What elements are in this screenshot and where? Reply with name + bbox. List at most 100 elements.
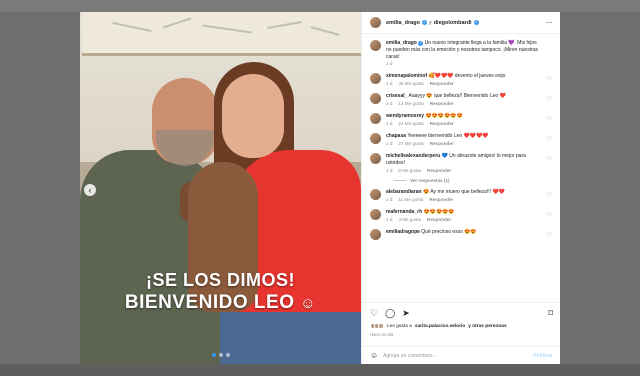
coauthor-username[interactable]: diegolombardi [434,20,472,26]
avatar[interactable] [370,40,381,51]
comment: chapasa Yeeeeee bienvenido Leo ❤️❤️❤️❤️ … [370,133,552,147]
avatar[interactable] [370,73,381,85]
comment-likes[interactable]: 38 Me gusta [398,81,423,87]
comment-username[interactable]: crisesal_ [386,93,407,99]
like-comment-heart-icon[interactable]: ♡ [547,116,552,122]
avatar[interactable] [370,133,381,145]
comment-username[interactable]: chapasa [386,133,406,139]
reply-button[interactable]: Responder [430,101,454,107]
like-comment-heart-icon[interactable]: ♡ [547,76,552,82]
comment-text: Yeeeeee bienvenido Leo ❤️❤️❤️❤️ [407,133,489,140]
add-comment-bar: ☺ Publicar [362,346,560,364]
replies-divider [394,179,406,181]
like-comment-heart-icon[interactable]: ♡ [547,96,552,102]
post-date: Hace un día [370,332,394,337]
publish-button[interactable]: Publicar [533,353,553,359]
avatar[interactable] [370,228,381,240]
comment-username[interactable]: ximenapalominof [386,73,427,79]
comment-text: 🥰❤️❤️❤️ devento el jueves exijo [428,73,506,80]
comment-username[interactable]: mafernanda_rh [386,209,422,215]
post-photo[interactable]: ¡SE LOS DIMOS! BIENVENIDO LEO ☺ ‹ [80,12,361,364]
like-comment-heart-icon[interactable]: ♡ [547,156,552,162]
share-send-icon[interactable]: ➤ [402,308,410,319]
caption-time: 1 d [386,61,393,67]
verified-badge-icon: ✓ [473,20,479,25]
authors-separator: y [428,19,432,26]
author-username[interactable]: emilia_drago [386,20,420,26]
liker-avatars [370,323,384,329]
avatar[interactable] [370,17,381,28]
comment-time: 1 d [386,167,393,173]
view-replies-button[interactable]: Ver respuestas (1) [394,178,552,183]
comments-list: emilia_drago ✓ Un nuevo integrante llega… [362,34,560,240]
comment-time: 1 d [386,141,393,146]
comment: emiliadragope Qué precioso esss 😍😍 ♡ [370,228,552,240]
comment-likes[interactable]: 11 Me gusta [398,197,423,203]
comment-likes[interactable]: 24 Me gusta [398,121,423,127]
comment-text: Qué precioso esss 😍😍 [421,228,477,235]
caption-username[interactable]: emilia_drago [386,40,417,46]
like-comment-heart-icon[interactable]: ♡ [547,136,552,142]
save-bookmark-icon[interactable]: ⌑ [548,308,553,319]
reply-button[interactable]: Responder [430,121,454,127]
comment-bubble-icon[interactable]: ◯ [385,308,395,319]
comment-username[interactable]: michellealexanderperu [386,153,440,159]
post-caption: emilia_drago ✓ Un nuevo integrante llega… [370,40,552,67]
backdrop [0,364,640,376]
avatar[interactable] [370,93,381,105]
wall-artwork [82,12,361,56]
verified-badge-icon: ✓ [421,20,427,25]
comment-time: 1 d [386,101,393,107]
comment: wendyramosrey 😍😍😍😍😍😍 1 d 24 Me gusta Res… [370,113,552,127]
likes-user[interactable]: sarita.palacios.selorio [415,324,465,329]
comment-likes[interactable]: 27 Me gusta [398,141,423,147]
comment-text: Aaayyy 😍 que belleza!! Bienvenido Leo ❤️ [408,93,506,100]
comment-time: 1 d [386,121,393,127]
comment-username[interactable]: wendyramosrey [386,113,424,119]
comment-text: 😍😍😍😍😍 [423,208,455,215]
carousel-dot [218,353,223,357]
post-authors: emilia_drago ✓ y diegolombardi ✓ [386,20,479,26]
comment-time: 1 d [386,196,393,202]
likes-suffix[interactable]: y otras personas [468,324,506,329]
comment: crisesal_ Aaayyy 😍 que belleza!! Bienven… [370,93,552,107]
view-replies-label: Ver respuestas (1) [410,177,450,183]
carousel-dot [225,353,230,357]
like-comment-heart-icon[interactable]: ♡ [547,232,552,238]
smiling-emoji-icon: ☺ [300,295,317,312]
reply-button[interactable]: Responder [427,217,451,223]
comment-time: 1 d [386,81,393,87]
comment-username[interactable]: alebarandiaran [386,189,422,195]
reply-button[interactable]: Responder [427,168,451,174]
comment-likes[interactable]: 14 Me gusta [398,101,423,107]
action-bar: ♡ ◯ ➤ ⌑ [370,308,553,319]
comment-likes[interactable]: 3 Me gusta [398,217,421,223]
like-comment-heart-icon[interactable]: ♡ [547,212,552,218]
avatar[interactable] [370,188,381,200]
comment-likes[interactable]: 8 Me gusta [398,168,421,174]
comment: michellealexanderperu 💙 Un abrazote amig… [370,153,552,174]
overlay-text-welcome: BIENVENIDO LEO [124,292,295,313]
comment-username[interactable]: emiliadragope [386,229,420,235]
more-options-icon[interactable]: ··· [546,18,553,27]
comment-input[interactable] [383,352,529,359]
reply-button[interactable]: Responder [429,197,453,203]
backdrop [0,0,640,12]
emoji-picker-icon[interactable]: ☺ [370,351,378,360]
avatar[interactable] [370,208,381,220]
like-comment-heart-icon[interactable]: ♡ [547,192,552,198]
reply-button[interactable]: Responder [430,81,454,87]
woman-face [222,74,284,158]
previous-photo-button[interactable]: ‹ [84,184,96,196]
reply-button[interactable]: Responder [430,141,454,147]
post-header: emilia_drago ✓ y diegolombardi ✓ ··· [362,12,560,34]
carousel-dots [80,353,361,357]
avatar[interactable] [370,113,381,125]
overlay-text-line2: BIENVENIDO LEO ☺ [80,292,361,314]
verified-badge-icon: ✓ [418,41,424,46]
likes-prefix: Les gusta a [387,323,412,329]
comments-panel: emilia_drago ✓ y diegolombardi ✓ ··· emi… [361,12,560,364]
comment-time: 1 d [386,216,393,222]
like-heart-icon[interactable]: ♡ [370,308,378,319]
avatar[interactable] [370,153,381,165]
